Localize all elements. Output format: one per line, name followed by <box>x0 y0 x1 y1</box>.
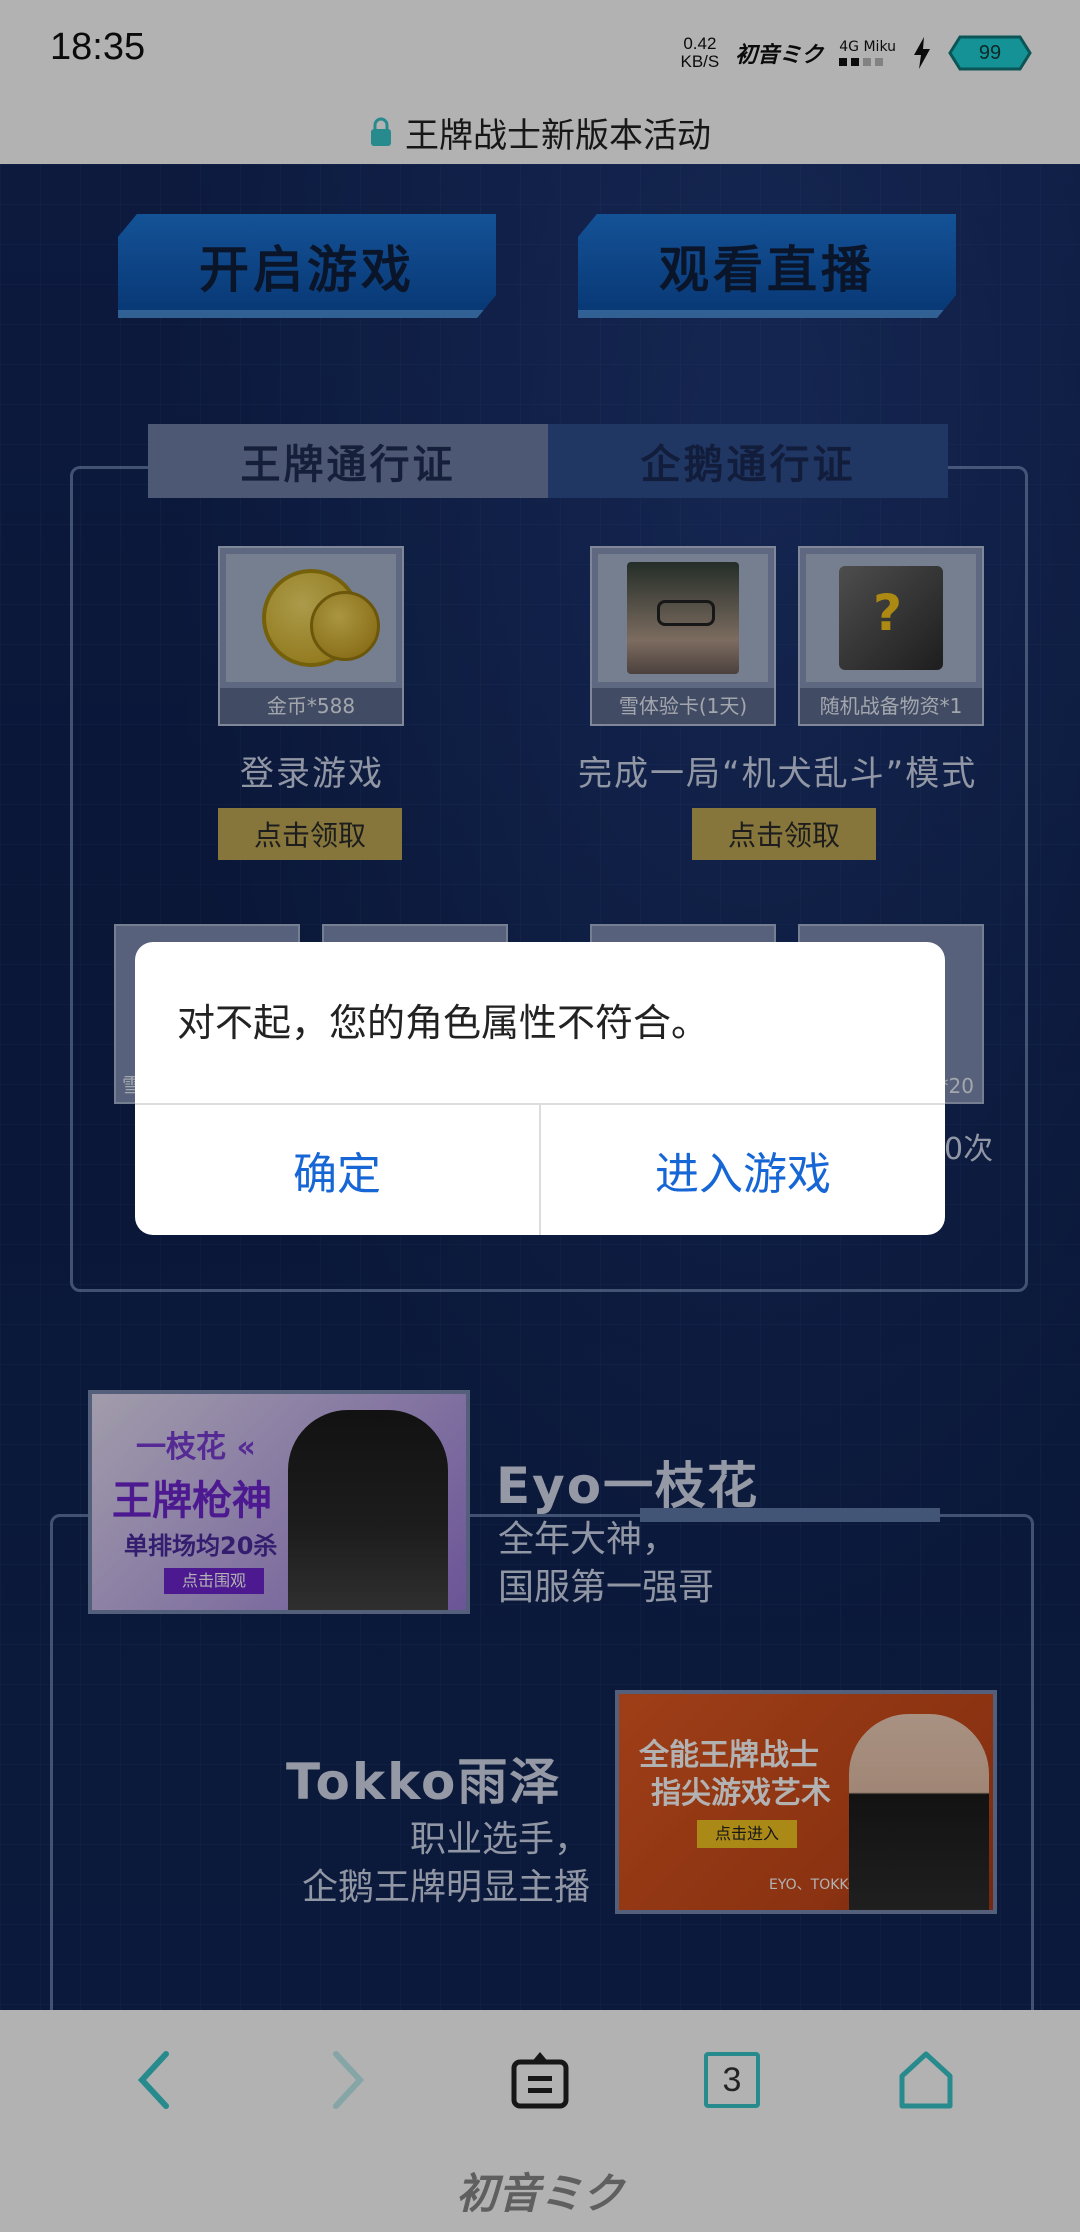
alert-dialog: 对不起，您的角色属性不符合。 确定 进入游戏 <box>135 942 945 1235</box>
dialog-message: 对不起，您的角色属性不符合。 <box>177 1001 710 1045</box>
dialog-actions: 确定 进入游戏 <box>135 1103 945 1235</box>
confirm-button[interactable]: 确定 <box>135 1105 539 1235</box>
enter-game-button[interactable]: 进入游戏 <box>539 1105 945 1235</box>
